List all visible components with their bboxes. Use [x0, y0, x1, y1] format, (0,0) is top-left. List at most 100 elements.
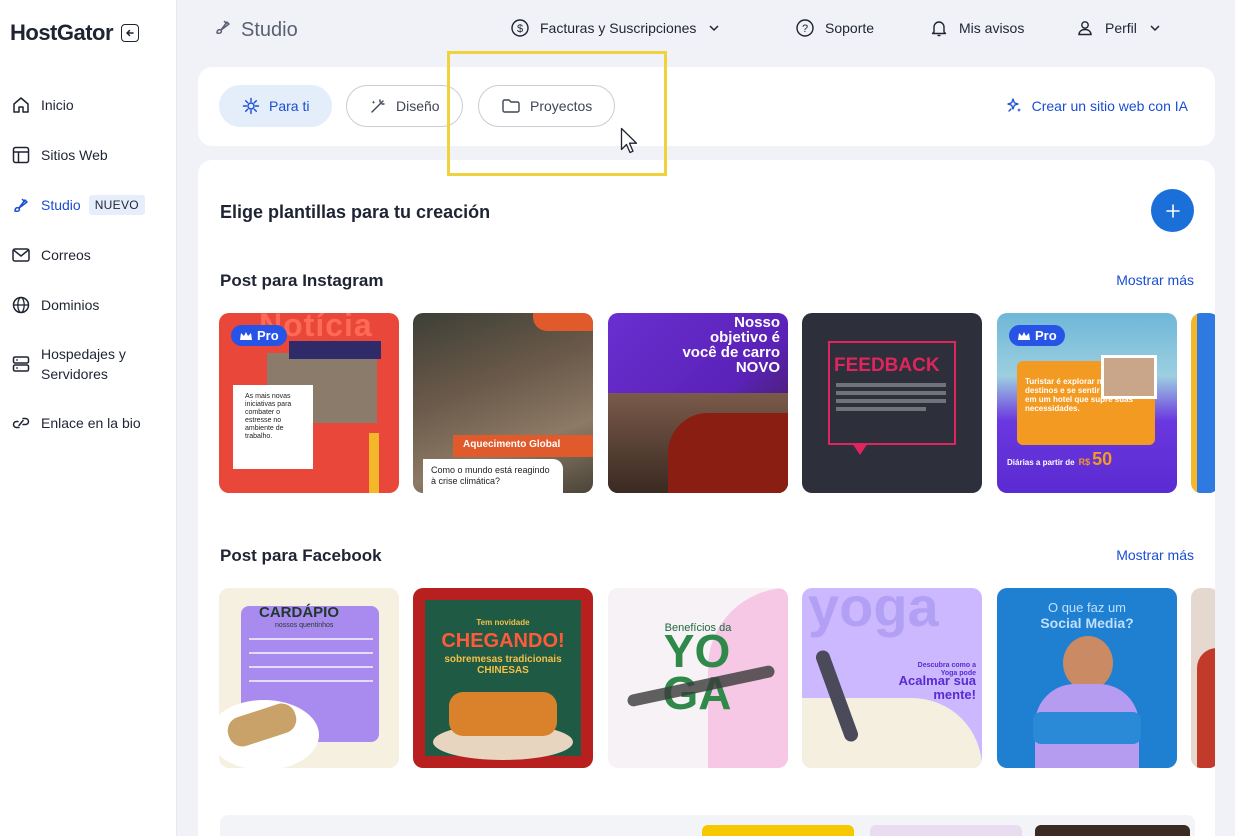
ai-sparkles-icon	[1006, 97, 1024, 115]
section-title-facebook: Post para Facebook	[220, 546, 382, 565]
tile-line	[836, 383, 946, 387]
tile-headline: yoga	[808, 588, 939, 638]
tab-label: Diseño	[396, 98, 440, 114]
tile-price: Diárias a partir de R$ 50	[1007, 449, 1113, 469]
notices-link[interactable]: Mis avisos	[929, 18, 1024, 38]
template-tile[interactable]: Tem novidade CHEGANDO! sobremesas tradic…	[413, 588, 593, 768]
template-tile[interactable]: CARDÁPIO nossos quentinhos	[219, 588, 399, 768]
tile-headline: CARDÁPIO	[259, 604, 340, 621]
tab-para-ti[interactable]: Para ti	[219, 85, 333, 127]
tile-headline: Social Media?	[1040, 615, 1134, 631]
sidebar-item-inicio[interactable]: Inicio	[0, 80, 177, 130]
collapse-sidebar-icon[interactable]	[121, 24, 140, 42]
profile-label: Perfil	[1105, 20, 1137, 36]
template-tile[interactable]: FEEDBACK	[802, 313, 982, 493]
tab-label: Para ti	[269, 98, 310, 114]
template-tile[interactable]: yoga Descubra como a Yoga pode Acalmar s…	[802, 588, 982, 768]
brand-logo[interactable]: HostGator	[10, 20, 114, 46]
tab-diseno[interactable]: Diseño	[346, 85, 463, 127]
billing-menu[interactable]: $ Facturas y Suscripciones	[510, 18, 720, 38]
template-tile-partial[interactable]	[1191, 588, 1215, 768]
pro-badge: Pro	[231, 325, 287, 346]
sidebar-item-label: Enlace en la bio	[41, 415, 141, 431]
show-more-facebook-link[interactable]: Mostrar más	[1116, 547, 1194, 563]
create-ai-site-link[interactable]: Crear un sitio web con IA	[1006, 97, 1188, 115]
link-icon	[10, 412, 32, 434]
facebook-templates-row: CARDÁPIO nossos quentinhos Tem novidade …	[219, 588, 1215, 768]
new-badge: NUEVO	[88, 195, 145, 215]
brush-icon	[213, 17, 233, 43]
tile-line	[836, 391, 946, 395]
magic-wand-icon	[369, 97, 387, 115]
template-tile[interactable]: Aquecimento Global Como o mundo está rea…	[413, 313, 593, 493]
tile-face	[1063, 636, 1113, 690]
tile-body: Como o mundo está reagindo à crise climá…	[431, 465, 550, 486]
mouse-cursor-icon	[620, 127, 640, 160]
template-tile[interactable]: Nosso objetivo é você de carro NOVO	[608, 313, 788, 493]
tile-headline: YOGA	[662, 625, 732, 719]
bell-icon	[929, 18, 949, 38]
sidebar-item-enlace-bio[interactable]: Enlace en la bio	[0, 398, 177, 448]
tile-accent	[369, 433, 379, 493]
sidebar-item-label: Correos	[41, 247, 91, 263]
tile-photo	[1101, 355, 1157, 399]
sidebar-item-label: Hospedajes y Servidores	[41, 346, 126, 382]
template-tile-partial[interactable]	[1191, 313, 1215, 493]
templates-heading: Elige plantillas para tu creación	[220, 202, 491, 222]
chevron-down-icon	[1149, 22, 1161, 34]
next-section-preview	[220, 815, 1195, 836]
page-title: Studio	[213, 17, 298, 43]
server-icon	[10, 353, 32, 375]
sidebar-item-hospedajes[interactable]: Hospedajes y Servidores	[0, 330, 177, 398]
pro-badge: Pro	[1009, 325, 1065, 346]
support-link[interactable]: ? Soporte	[795, 18, 874, 38]
tile-line	[836, 399, 946, 403]
home-icon	[10, 94, 32, 116]
sidebar-item-dominios[interactable]: Dominios	[0, 280, 177, 330]
tile-line	[836, 407, 926, 411]
tile-accent	[533, 313, 593, 331]
sidebar-item-label: Dominios	[41, 297, 100, 313]
tile-speech-tail	[852, 443, 868, 455]
section-title-instagram: Post para Instagram	[220, 271, 384, 290]
sparkle-icon	[242, 97, 260, 115]
tile-sub: nossos quentinhos	[275, 622, 334, 629]
topbar: Studio $ Facturas y Suscripciones ? Sopo…	[177, 0, 1235, 58]
show-more-instagram-link[interactable]: Mostrar más	[1116, 272, 1194, 288]
ai-link-label: Crear un sitio web con IA	[1031, 98, 1188, 114]
sidebar-item-studio[interactable]: Studio NUEVO	[0, 180, 177, 230]
instagram-templates-row: Notícia As mais novas iniciativas para c…	[219, 313, 1215, 493]
help-circle-icon: ?	[795, 18, 815, 38]
page-title-text: Studio	[241, 18, 298, 41]
profile-menu[interactable]: Perfil	[1075, 18, 1161, 38]
template-tile[interactable]: Notícia As mais novas iniciativas para c…	[219, 313, 399, 493]
tile-headline: FEEDBACK	[834, 355, 940, 376]
crown-icon	[1018, 331, 1030, 340]
tile-headline: Nosso objetivo é você de carro NOVO	[682, 314, 780, 376]
tile-cta: Acalmar sua mente!	[898, 673, 976, 702]
sidebar-item-correos[interactable]: Correos	[0, 230, 177, 280]
tile-headline: CHEGANDO!	[441, 630, 565, 652]
tile-food	[449, 692, 557, 736]
sidebar: HostGator Inicio Sitios Web Studio NUEVO	[0, 0, 177, 836]
user-icon	[1075, 18, 1095, 38]
sidebar-item-sitios-web[interactable]: Sitios Web	[0, 130, 177, 180]
tile-headline: Aquecimento Global	[463, 439, 561, 450]
filter-bar: Para ti Diseño Proyectos Crear un sitio …	[198, 67, 1215, 146]
tile-textbox: As mais novas iniciativas para combater …	[233, 385, 313, 469]
sidebar-item-label: Studio	[41, 197, 81, 213]
tile-textbox: Como o mundo está reagindo à crise climá…	[423, 459, 563, 493]
brush-icon	[10, 194, 32, 216]
template-tile[interactable]: O que faz um Social Media?	[997, 588, 1177, 768]
template-tile[interactable]: Turistar é explorar novos destinos e se …	[997, 313, 1177, 493]
tile-sub: sobremesas tradicionais CHINESAS	[444, 654, 562, 676]
support-label: Soporte	[825, 20, 875, 36]
tile-body: As mais novas iniciativas para combater …	[245, 393, 292, 440]
globe-icon	[10, 294, 32, 316]
add-button[interactable]	[1151, 189, 1194, 232]
notices-label: Mis avisos	[959, 20, 1025, 36]
template-tile[interactable]: Benefícios da YOGA	[608, 588, 788, 768]
chevron-down-icon	[708, 22, 720, 34]
tile-textbox	[1033, 712, 1141, 744]
mail-icon	[10, 244, 32, 266]
